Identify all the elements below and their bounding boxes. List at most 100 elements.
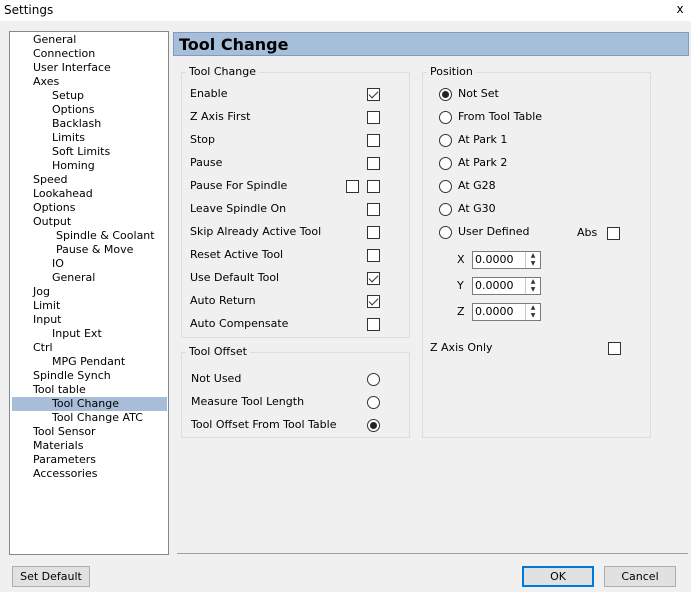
- tree-item[interactable]: Tool Change: [12, 397, 167, 411]
- tree-item[interactable]: IO: [52, 257, 64, 271]
- position-group-label: Position: [427, 66, 476, 78]
- tool-change-option-checkbox[interactable]: [367, 295, 380, 308]
- tree-item-label: Tool table: [33, 383, 86, 396]
- spin-up-icon[interactable]: ▲: [526, 252, 540, 260]
- ok-button[interactable]: OK: [522, 566, 594, 587]
- abs-label: Abs: [577, 226, 598, 239]
- tool-change-option-checkbox[interactable]: [367, 318, 380, 331]
- tool-change-option-label: Z Axis First: [190, 110, 251, 123]
- spin-up-icon[interactable]: ▲: [526, 278, 540, 286]
- tool-offset-option-radio[interactable]: [367, 396, 380, 409]
- spin-down-icon[interactable]: ▼: [526, 312, 540, 320]
- spin-arrows: ▲ ▼: [525, 278, 540, 294]
- tree-item[interactable]: Ctrl: [33, 341, 53, 355]
- tree-item-label: Backlash: [52, 117, 102, 130]
- tool-change-option-label: Auto Compensate: [190, 317, 289, 330]
- tree-item[interactable]: Pause & Move: [56, 243, 133, 257]
- tree-item[interactable]: Axes: [33, 75, 59, 89]
- tree-item[interactable]: Speed: [33, 173, 67, 187]
- position-option-label: From Tool Table: [458, 110, 543, 123]
- pause-for-spindle-extra-checkbox[interactable]: [346, 180, 359, 193]
- position-option-radio[interactable]: [439, 134, 452, 147]
- tree-item[interactable]: General: [33, 33, 76, 47]
- spin-up-icon[interactable]: ▲: [526, 304, 540, 312]
- tool-change-option-checkbox[interactable]: [367, 134, 380, 147]
- tree-item[interactable]: Connection: [33, 47, 95, 61]
- tool-change-option-checkbox[interactable]: [367, 203, 380, 216]
- tree-item-label: IO: [52, 257, 64, 270]
- position-option-radio[interactable]: [439, 157, 452, 170]
- tree-item-label: Accessories: [33, 467, 98, 480]
- position-option-radio[interactable]: [439, 180, 452, 193]
- tool-change-option-checkbox[interactable]: [367, 226, 380, 239]
- tool-change-option-checkbox[interactable]: [367, 249, 380, 262]
- tool-change-option-label: Skip Already Active Tool: [190, 225, 322, 238]
- tree-item[interactable]: Options: [52, 103, 94, 117]
- tree-item[interactable]: Spindle & Coolant: [56, 229, 155, 243]
- set-default-button[interactable]: Set Default: [12, 566, 90, 587]
- tool-change-group-label: Tool Change: [186, 66, 259, 78]
- tree-item[interactable]: Soft Limits: [52, 145, 110, 159]
- coord-spinbox[interactable]: 0.0000 ▲ ▼: [472, 277, 541, 295]
- tree-item-label: Spindle & Coolant: [56, 229, 155, 242]
- coord-spinbox[interactable]: 0.0000 ▲ ▼: [472, 303, 541, 321]
- position-option-radio[interactable]: [439, 226, 452, 239]
- close-icon[interactable]: x: [673, 2, 687, 18]
- position-option-label: At G30: [458, 202, 496, 215]
- abs-checkbox[interactable]: [607, 227, 620, 240]
- tree-item[interactable]: Limits: [52, 131, 85, 145]
- tree-item[interactable]: Output: [33, 215, 71, 229]
- coord-spinbox[interactable]: 0.0000 ▲ ▼: [472, 251, 541, 269]
- position-option-label: User Defined: [458, 225, 530, 238]
- tree-item-label: Options: [33, 201, 76, 214]
- footer-divider: [177, 553, 688, 554]
- tree-item[interactable]: Limit: [33, 299, 60, 313]
- tree-item-label: Homing: [52, 159, 95, 172]
- tool-change-option-checkbox[interactable]: [367, 180, 380, 193]
- position-option-radio[interactable]: [439, 88, 452, 101]
- tree-item-label: User Interface: [33, 61, 111, 74]
- tool-offset-option-radio[interactable]: [367, 373, 380, 386]
- spin-down-icon[interactable]: ▼: [526, 260, 540, 268]
- tree-item[interactable]: Spindle Synch: [33, 369, 111, 383]
- tool-offset-option-label: Measure Tool Length: [191, 395, 305, 408]
- settings-tree[interactable]: General Connection User Interface Axes Setup…: [9, 31, 169, 555]
- tree-item[interactable]: Lookahead: [33, 187, 93, 201]
- tree-item[interactable]: Tool Sensor: [33, 425, 96, 439]
- z-axis-only-checkbox[interactable]: [608, 342, 621, 355]
- tree-item-label: Axes: [33, 75, 60, 88]
- tree-item[interactable]: User Interface: [33, 61, 111, 75]
- tree-item[interactable]: Jog: [33, 285, 50, 299]
- tree-item[interactable]: General: [52, 271, 95, 285]
- cancel-button[interactable]: Cancel: [604, 566, 676, 587]
- tree-item-label: Lookahead: [33, 187, 93, 200]
- spin-down-icon[interactable]: ▼: [526, 286, 540, 294]
- tree-item[interactable]: Homing: [52, 159, 95, 173]
- tree-item-label: Parameters: [33, 453, 96, 466]
- tree-item[interactable]: Options: [33, 201, 75, 215]
- tool-offset-option-radio[interactable]: [367, 419, 380, 432]
- position-option-radio[interactable]: [439, 203, 452, 216]
- page-title: Tool Change: [179, 35, 289, 54]
- tree-item[interactable]: Materials: [33, 439, 83, 453]
- tool-change-option-checkbox[interactable]: [367, 111, 380, 124]
- tree-item[interactable]: Tool Change ATC: [52, 411, 143, 425]
- tree-item-label: Tool Sensor: [33, 425, 96, 438]
- tree-item[interactable]: Accessories: [33, 467, 97, 481]
- tree-item[interactable]: Backlash: [52, 117, 101, 131]
- tree-item-label: Pause & Move: [56, 243, 134, 256]
- tool-change-option-checkbox[interactable]: [367, 272, 380, 285]
- tree-item[interactable]: Setup: [52, 89, 84, 103]
- position-option-radio[interactable]: [439, 111, 452, 124]
- tool-change-option-checkbox[interactable]: [367, 157, 380, 170]
- tree-item[interactable]: Input: [33, 313, 61, 327]
- tree-item[interactable]: Input Ext: [52, 327, 102, 341]
- tool-change-option-checkbox[interactable]: [367, 88, 380, 101]
- tree-item[interactable]: Tool table: [33, 383, 86, 397]
- tree-item[interactable]: Parameters: [33, 453, 96, 467]
- tool-change-option-label: Leave Spindle On: [190, 202, 287, 215]
- tree-item-label: Tool Change: [52, 397, 119, 410]
- position-option-label: At G28: [458, 179, 496, 192]
- tool-offset-option-label: Tool Offset From Tool Table: [191, 418, 337, 431]
- tree-item[interactable]: MPG Pendant: [52, 355, 125, 369]
